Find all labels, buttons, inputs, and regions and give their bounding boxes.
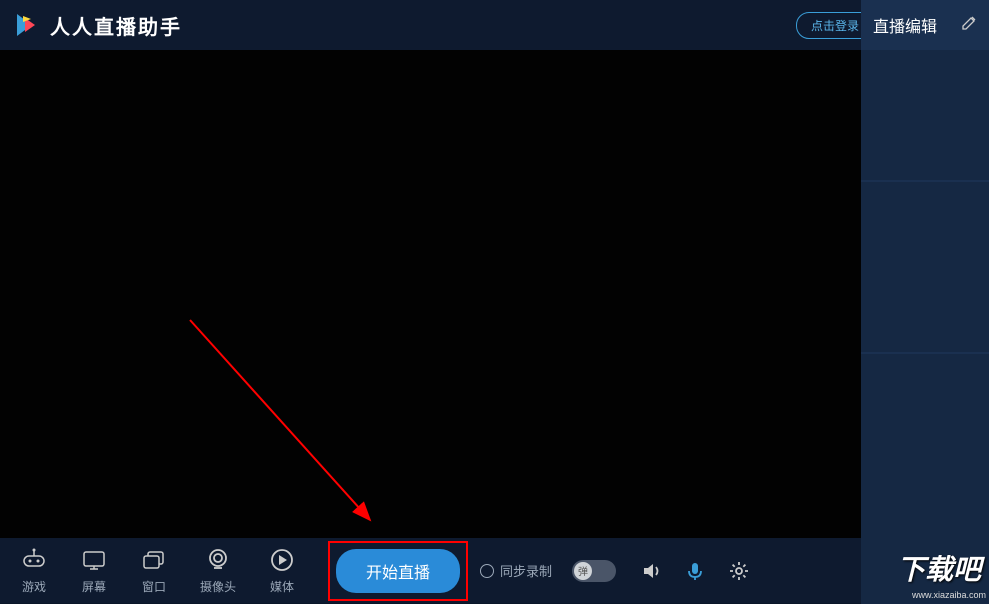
sidebar-title: 直播编辑 [873, 13, 937, 37]
tool-label: 媒体 [270, 578, 294, 595]
settings-icon[interactable] [728, 560, 750, 582]
tool-camera[interactable]: 摄像头 [200, 546, 236, 595]
tool-screen[interactable]: 屏幕 [80, 546, 108, 595]
tool-label: 窗口 [142, 578, 166, 595]
toggle-knob: 弹 [574, 562, 592, 580]
sidebar-panel[interactable] [861, 182, 989, 352]
logo-area: 人人直播助手 [10, 9, 182, 41]
bottom-right-controls [640, 560, 750, 582]
radio-icon [480, 564, 494, 578]
sync-record-checkbox[interactable]: 同步录制 [480, 561, 552, 580]
sidebar-panels [861, 50, 989, 604]
danmu-toggle[interactable]: 弹 [572, 560, 616, 582]
sync-record-label: 同步录制 [500, 561, 552, 580]
tool-game[interactable]: 游戏 [20, 546, 48, 595]
media-icon [268, 546, 296, 574]
app-title: 人人直播助手 [50, 11, 182, 40]
bottom-toolbar: 游戏 屏幕 窗口 摄像头 媒体 开始直播 同步录制 弹 [0, 538, 861, 603]
window-icon [140, 546, 168, 574]
tool-label: 摄像头 [200, 578, 236, 595]
tool-media[interactable]: 媒体 [268, 546, 296, 595]
tool-window[interactable]: 窗口 [140, 546, 168, 595]
sidebar-panel[interactable] [861, 50, 989, 180]
sidebar-panel[interactable] [861, 354, 989, 604]
webcam-icon [204, 546, 232, 574]
gamepad-icon [20, 546, 48, 574]
monitor-icon [80, 546, 108, 574]
microphone-icon[interactable] [684, 560, 706, 582]
edit-icon[interactable] [961, 15, 977, 36]
preview-canvas[interactable] [0, 50, 861, 538]
title-bar: 人人直播助手 点击登录 [0, 0, 989, 50]
speaker-icon[interactable] [640, 560, 662, 582]
app-logo-icon [10, 9, 42, 41]
start-broadcast-button[interactable]: 开始直播 [336, 549, 460, 593]
tool-label: 游戏 [22, 578, 46, 595]
start-button-highlight: 开始直播 [328, 541, 468, 601]
tool-label: 屏幕 [82, 578, 106, 595]
sidebar: 直播编辑 [861, 0, 989, 603]
sidebar-header: 直播编辑 [861, 0, 989, 50]
